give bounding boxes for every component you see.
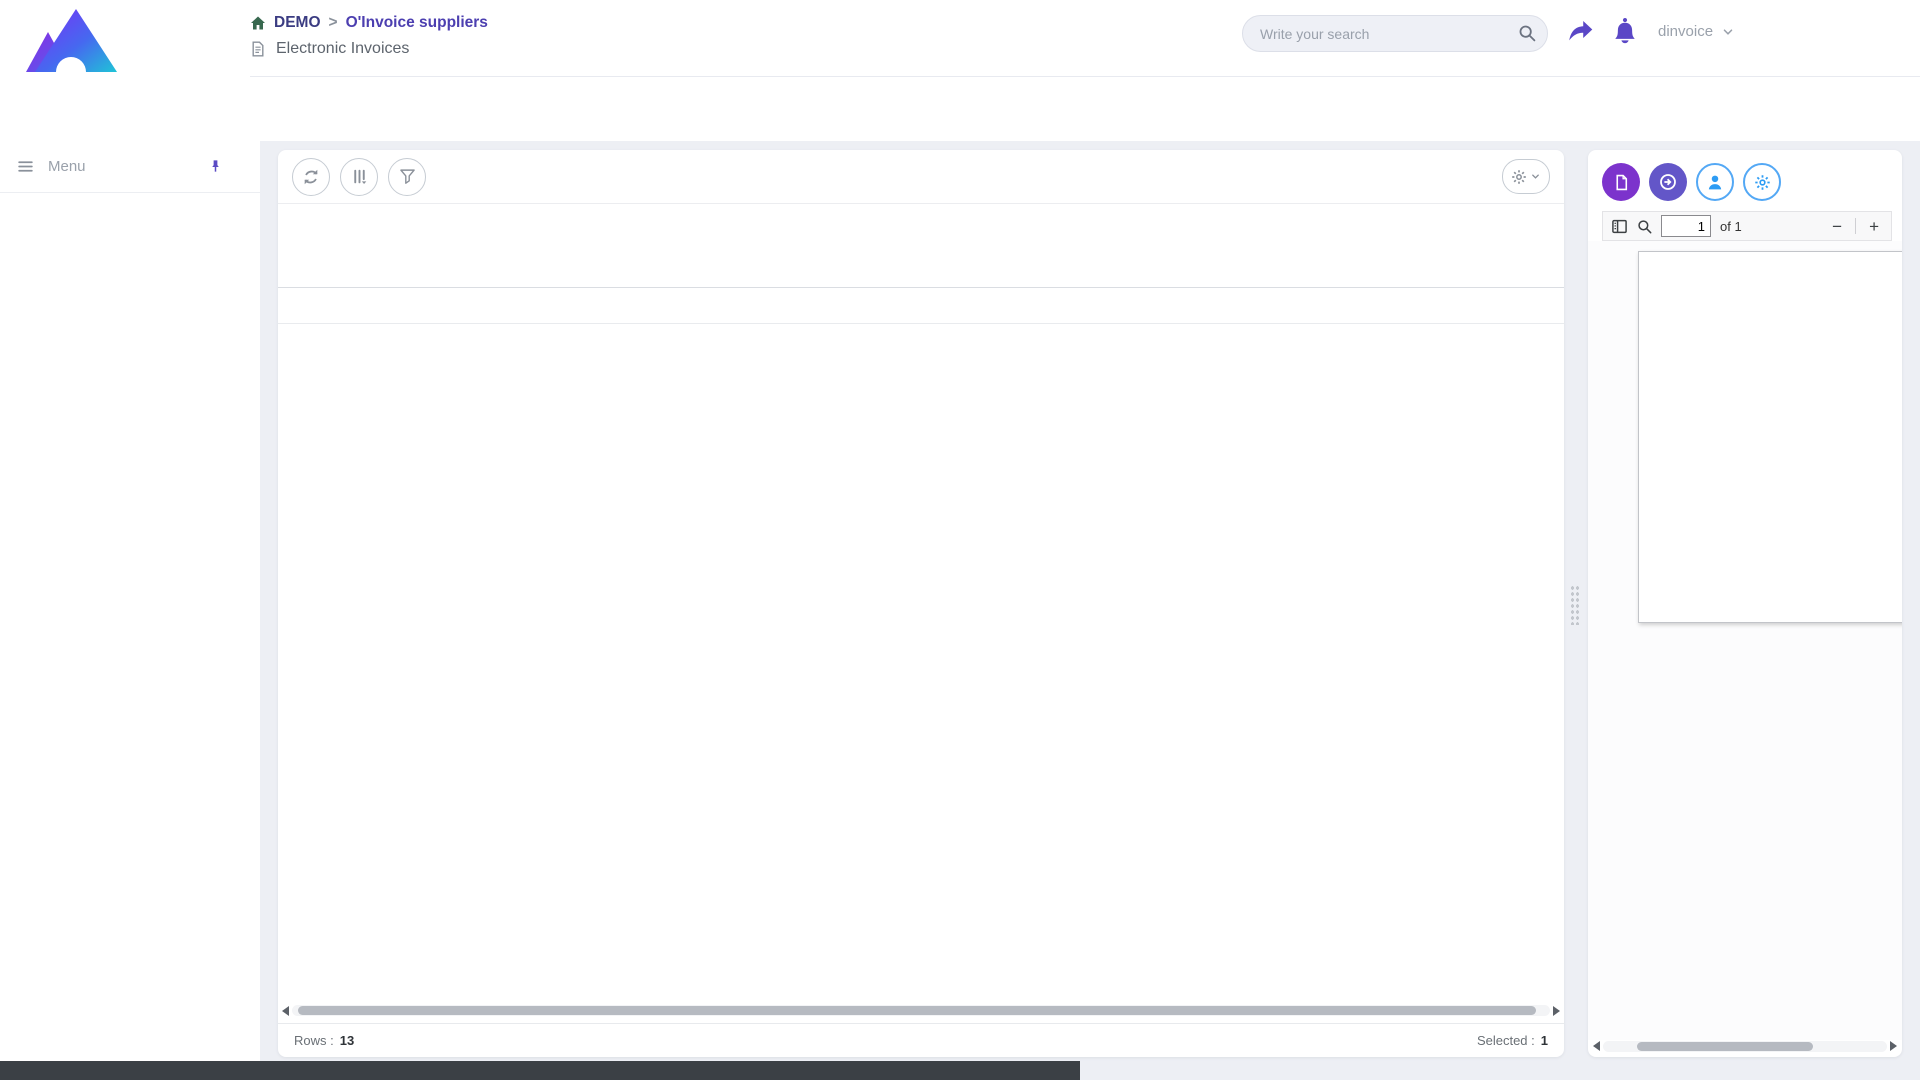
- page-count-label: of 1: [1720, 219, 1742, 234]
- home-icon[interactable]: [250, 15, 266, 31]
- pdf-preview-card: of 1 − +: [1588, 150, 1902, 1057]
- open-invoice-button[interactable]: [1649, 163, 1687, 201]
- top-header: DEMO > O'Invoice suppliers Electronic In…: [0, 0, 1920, 141]
- table-footer: Rows :13 Selected :1: [278, 1023, 1564, 1057]
- pdfdoc-icon: [1613, 174, 1630, 191]
- scroll-left-arrow[interactable]: [282, 1006, 289, 1016]
- gear-icon: [1754, 174, 1771, 191]
- table-header-row: [278, 252, 1564, 288]
- toolbar-divider: [1855, 218, 1856, 234]
- scrollbar-track[interactable]: [292, 1005, 1550, 1016]
- breadcrumb: DEMO > O'Invoice suppliers: [250, 14, 488, 32]
- panel-resize-handle[interactable]: [1570, 585, 1580, 625]
- sidebar-menu-header[interactable]: Menu: [0, 141, 260, 193]
- pdf-action-buttons: [1588, 150, 1902, 209]
- main-content: Rows :13 Selected :1 of 1 −: [260, 141, 1920, 1061]
- pdf-settings-button[interactable]: [1743, 163, 1781, 201]
- pdf-page: [1638, 251, 1902, 623]
- pdf-scroll-right-arrow[interactable]: [1890, 1041, 1897, 1051]
- pdf-document-button[interactable]: [1602, 163, 1640, 201]
- hamburger-menu-icon[interactable]: [17, 158, 34, 175]
- page-title: Electronic Invoices: [276, 40, 409, 58]
- pdf-viewer-area[interactable]: [1588, 241, 1902, 1040]
- chevdown-icon: [1721, 25, 1735, 39]
- search-icon: [1637, 219, 1652, 234]
- status-filter-tabs: [278, 204, 1564, 252]
- pin-icon[interactable]: [208, 159, 223, 174]
- user-menu[interactable]: dinvoice: [1658, 23, 1735, 40]
- person-icon: [1706, 173, 1724, 191]
- gear-icon: [1511, 169, 1527, 185]
- zoom-in-button[interactable]: +: [1865, 218, 1883, 235]
- table-empty-space: [278, 324, 1564, 1004]
- owork-logo-mountain-icon: [20, 6, 120, 72]
- columns-icon: [351, 168, 368, 185]
- home-icon: [250, 15, 266, 31]
- table-filter-row: [278, 288, 1564, 324]
- header-divider: [250, 76, 1920, 77]
- global-search: [1242, 15, 1548, 52]
- table-toolbar: [278, 150, 1564, 204]
- doc-icon: [250, 41, 266, 57]
- bell-icon: [1610, 15, 1640, 45]
- pdf-sidebar-toggle-icon[interactable]: [1611, 218, 1628, 235]
- zoom-out-button[interactable]: −: [1828, 218, 1846, 235]
- owork-logo: [18, 6, 122, 79]
- selected-count: Selected :1: [1477, 1033, 1548, 1048]
- pdf-search-icon[interactable]: [1637, 219, 1652, 234]
- refresh-icon: [302, 168, 320, 186]
- breadcrumb-home[interactable]: DEMO: [274, 14, 321, 32]
- pdf-scrollbar-track[interactable]: [1603, 1041, 1887, 1052]
- table-settings-button[interactable]: [1502, 159, 1550, 194]
- page-title-row: Electronic Invoices: [250, 40, 409, 58]
- scrollbar-thumb[interactable]: [298, 1006, 1536, 1015]
- funnel-icon: [399, 168, 416, 185]
- search-input[interactable]: [1242, 15, 1548, 52]
- search-icon[interactable]: [1518, 24, 1536, 42]
- assign-user-button[interactable]: [1696, 163, 1734, 201]
- arrowcircle-icon: [1659, 173, 1677, 191]
- burger-icon: [17, 158, 34, 175]
- table-horizontal-scrollbar: [282, 1004, 1560, 1017]
- page-document-icon: [250, 41, 266, 57]
- search-icon: [1518, 24, 1536, 42]
- sidebar: Menu: [0, 141, 260, 1061]
- username: dinvoice: [1658, 23, 1713, 40]
- chevdown-icon: [1530, 171, 1541, 182]
- notifications-bell-icon[interactable]: [1610, 15, 1640, 45]
- scroll-right-arrow[interactable]: [1553, 1006, 1560, 1016]
- columns-button[interactable]: [340, 158, 378, 196]
- pdf-viewer-toolbar: of 1 − +: [1602, 211, 1892, 241]
- pdf-scrollbar-thumb[interactable]: [1637, 1042, 1813, 1051]
- app-root: DEMO > O'Invoice suppliers Electronic In…: [0, 0, 1920, 1080]
- page-number-input[interactable]: [1661, 215, 1711, 237]
- breadcrumb-separator: >: [329, 14, 338, 32]
- refresh-button[interactable]: [292, 158, 330, 196]
- share-icon[interactable]: [1566, 17, 1595, 46]
- menu-label: Menu: [48, 158, 86, 175]
- share-icon: [1566, 17, 1595, 46]
- invoice-document: [1639, 252, 1902, 266]
- filter-button[interactable]: [388, 158, 426, 196]
- pdf-scroll-left-arrow[interactable]: [1593, 1041, 1600, 1051]
- chevron-down-icon: [1721, 25, 1735, 39]
- rows-count: Rows :13: [294, 1033, 354, 1048]
- invoice-table-card: Rows :13 Selected :1: [278, 150, 1564, 1057]
- breadcrumb-section[interactable]: O'Invoice suppliers: [346, 14, 488, 32]
- pdf-horizontal-scrollbar: [1593, 1040, 1897, 1052]
- pin-icon: [208, 159, 223, 174]
- viewtoggle-icon: [1611, 218, 1628, 235]
- taskbar-strip: [0, 1061, 1080, 1080]
